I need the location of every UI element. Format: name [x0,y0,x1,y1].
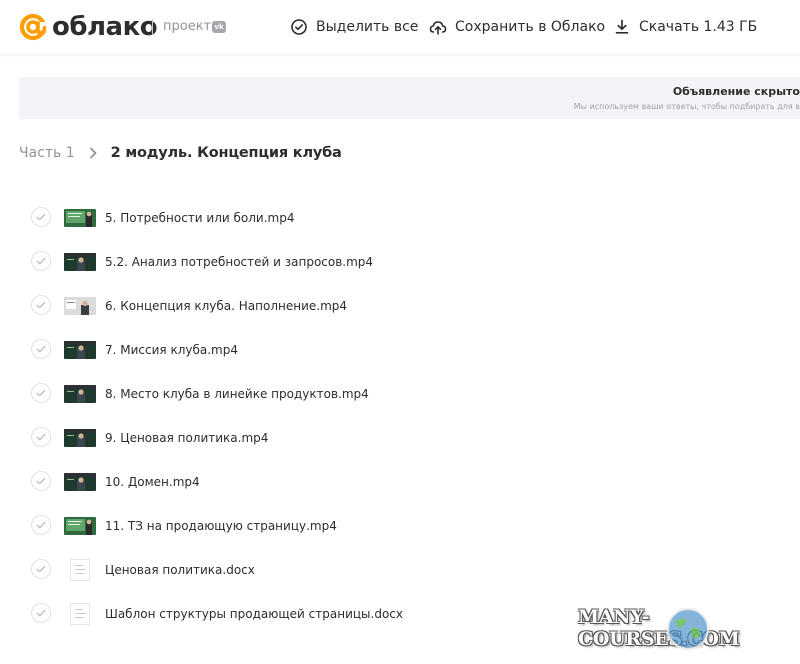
row-select-checkbox[interactable] [31,383,51,403]
breadcrumb: Часть 1 2 модуль. Концепция клуба [19,143,342,163]
row-select-checkbox[interactable] [31,603,51,623]
file-name: 10. Домен.mp4 [105,475,200,489]
top-header: облако проект vk Выделить все Сохранить … [0,0,800,54]
ad-subtitle: Мы используем ваши ответы, чтобы подбира… [573,102,800,111]
video-thumbnail [64,517,96,535]
checkmark-icon [36,477,46,485]
document-thumbnail-icon [70,603,90,625]
checkmark-icon [36,609,46,617]
video-thumbnail [64,253,96,271]
logo-divider [152,19,153,35]
file-name: Ценовая политика.docx [105,563,255,577]
checkmark-icon [36,257,46,265]
file-row[interactable]: 5.2. Анализ потребностей и запросов.mp4 [0,240,800,284]
file-row[interactable]: 10. Домен.mp4 [0,460,800,504]
video-thumbnail [64,473,96,491]
row-select-checkbox[interactable] [31,515,51,535]
check-circle-icon [291,19,307,35]
file-name: 11. ТЗ на продающую страницу.mp4 [105,519,337,533]
select-all-button[interactable]: Выделить все [290,17,418,37]
checkmark-icon [36,521,46,529]
checkmark-icon [36,301,46,309]
watermark: MANY-COURSES.COM [578,606,800,650]
globe-watermark-icon [667,608,709,650]
project-label: проект [163,19,212,34]
row-select-checkbox[interactable] [31,207,51,227]
file-name: 5.2. Анализ потребностей и запросов.mp4 [105,255,374,269]
file-name: Шаблон структуры продающей страницы.docx [105,607,403,621]
file-row[interactable]: 5. Потребности или боли.mp4 [0,196,800,240]
file-name: 9. Ценовая политика.mp4 [105,431,269,445]
file-name: 6. Концепция клуба. Наполнение.mp4 [105,299,348,313]
ad-title: Объявление скрыто [672,85,800,98]
save-to-cloud-label: Сохранить в Облако [455,19,606,35]
row-select-checkbox[interactable] [31,471,51,491]
cloud-logo[interactable]: облако [18,12,158,42]
breadcrumb-current-folder: 2 модуль. Концепция клуба [110,145,342,161]
file-row[interactable]: 6. Концепция клуба. Наполнение.mp4 [0,284,800,328]
mail-at-logo-icon [19,13,48,41]
file-name: 7. Миссия клуба.mp4 [105,343,238,357]
checkmark-icon [36,433,46,441]
chevron-right-icon [89,147,97,159]
breadcrumb-parent-link[interactable]: Часть 1 [19,145,75,161]
video-thumbnail [64,297,96,315]
file-list: 5. Потребности или боли.mp4 5.2. Анализ п… [0,196,800,636]
file-row[interactable]: Ценовая политика.docx [0,548,800,592]
checkmark-icon [36,213,46,221]
row-select-checkbox[interactable] [31,427,51,447]
row-select-checkbox[interactable] [31,339,51,359]
file-row[interactable]: 11. ТЗ на продающую страницу.mp4 [0,504,800,548]
checkmark-icon [36,389,46,397]
download-button[interactable]: Скачать 1.43 ГБ [613,17,757,37]
file-row[interactable]: 8. Место клуба в линейке продуктов.mp4 [0,372,800,416]
row-select-checkbox[interactable] [31,251,51,271]
video-thumbnail [64,341,96,359]
document-thumbnail-icon [70,559,90,581]
checkmark-icon [36,345,46,353]
checkmark-icon [36,565,46,573]
select-all-label: Выделить все [316,19,419,35]
video-thumbnail [64,385,96,403]
vk-badge-icon: vk [212,21,226,33]
download-icon [615,19,629,34]
row-select-checkbox[interactable] [31,559,51,579]
file-name: 8. Место клуба в линейке продуктов.mp4 [105,387,369,401]
file-row[interactable]: 9. Ценовая политика.mp4 [0,416,800,460]
video-thumbnail [64,429,96,447]
ad-banner: Объявление скрыто Мы используем ваши отв… [19,77,800,119]
video-thumbnail [64,209,96,227]
save-to-cloud-button[interactable]: Сохранить в Облако [429,17,605,37]
cloud-upload-icon [429,21,447,35]
file-row[interactable]: 7. Миссия клуба.mp4 [0,328,800,372]
row-select-checkbox[interactable] [31,295,51,315]
logo-text: облако [52,12,158,42]
download-label: Скачать 1.43 ГБ [639,19,758,35]
file-name: 5. Потребности или боли.mp4 [105,211,295,225]
